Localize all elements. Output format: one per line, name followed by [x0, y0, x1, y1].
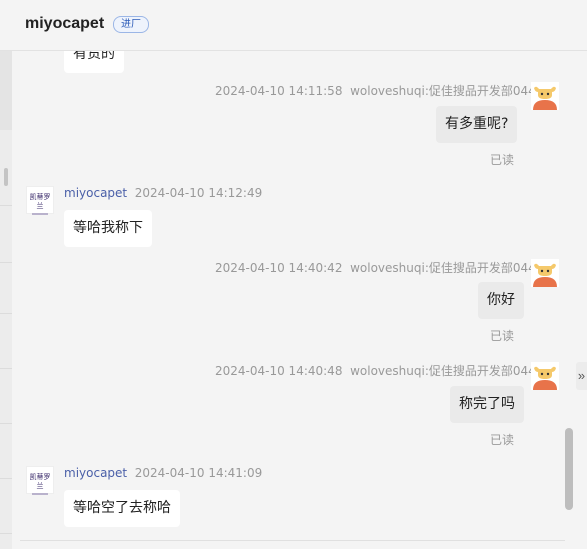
- brand-avatar-icon[interactable]: 凯蒂罗兰: [26, 466, 54, 495]
- chat-title: miyocapet: [25, 15, 105, 32]
- message-sender: woloveshuqi:促佳搜品开发部044: [350, 364, 536, 378]
- message-time: 2024-04-10 14:11:58: [215, 84, 343, 98]
- divider: [20, 540, 565, 541]
- read-status: 已读: [490, 153, 515, 167]
- double-chevron-right-icon[interactable]: »: [576, 362, 587, 390]
- message-sender: woloveshuqi:促佳搜品开发部044: [350, 84, 536, 98]
- message-time: 2024-04-10 14:41:09: [134, 466, 263, 480]
- message-bubble-outgoing: 有多重呢?: [436, 106, 518, 143]
- message-meta: miyocapet 2024-04-10 14:12:49: [64, 186, 262, 200]
- left-panel-edge: [0, 50, 12, 549]
- message-bubble-outgoing: 你好: [478, 282, 524, 319]
- message-bubble-outgoing: 称完了吗: [450, 386, 524, 423]
- message-sender[interactable]: miyocapet: [64, 466, 127, 480]
- left-scroll-handle[interactable]: [4, 168, 8, 186]
- message-bubble-incoming: 等哈空了去称哈: [64, 490, 180, 527]
- message-time: 2024-04-10 14:40:48: [215, 364, 343, 378]
- message-time: 2024-04-10 14:12:49: [134, 186, 263, 200]
- brand-avatar-icon[interactable]: 凯蒂罗兰: [26, 186, 54, 215]
- message-time: 2024-04-10 14:40:42: [215, 261, 343, 275]
- message-sender: woloveshuqi:促佳搜品开发部044: [350, 261, 536, 275]
- read-status: 已读: [490, 433, 515, 447]
- chat-scrollbar-thumb[interactable]: [565, 428, 573, 510]
- message-meta: 2024-04-10 14:40:48 woloveshuqi:促佳搜品开发部0…: [215, 362, 536, 379]
- message-sender[interactable]: miyocapet: [64, 186, 127, 200]
- message-meta: 2024-04-10 14:40:42 woloveshuqi:促佳搜品开发部0…: [215, 259, 536, 276]
- factory-badge[interactable]: 进厂: [113, 16, 149, 33]
- message-bubble-incoming: 等哈我称下: [64, 210, 152, 247]
- read-status: 已读: [490, 329, 515, 343]
- message-meta: 2024-04-10 14:11:58 woloveshuqi:促佳搜品开发部0…: [215, 82, 536, 99]
- message-meta: miyocapet 2024-04-10 14:41:09: [64, 466, 262, 480]
- chat-header: miyocapet 进厂: [0, 0, 587, 51]
- bull-avatar-icon[interactable]: [531, 259, 559, 287]
- bull-avatar-icon[interactable]: [531, 362, 559, 390]
- bull-avatar-icon[interactable]: [531, 82, 559, 110]
